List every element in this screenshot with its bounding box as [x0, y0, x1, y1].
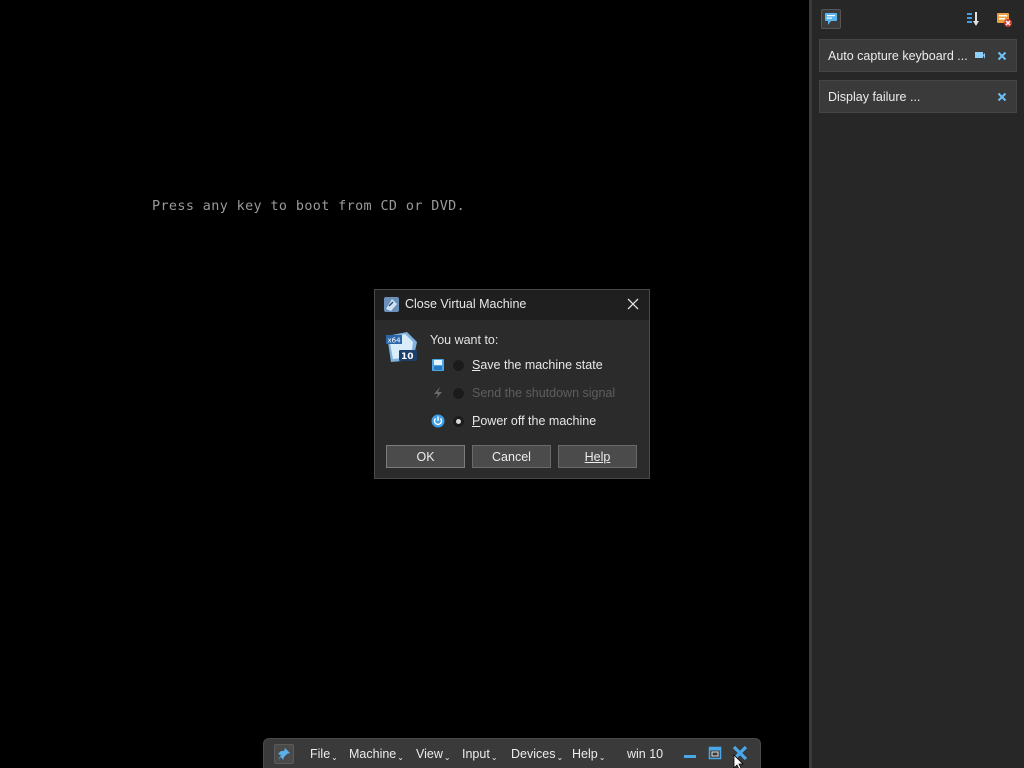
notification-text: Auto capture keyboard ...	[828, 48, 968, 63]
power-off-radio[interactable]	[452, 414, 465, 428]
dialog-title: Close Virtual Machine	[405, 297, 527, 311]
cancel-button[interactable]: Cancel	[472, 445, 551, 468]
pin-toolbar-button[interactable]	[274, 744, 294, 764]
save-state-label: Save the machine state	[472, 358, 603, 372]
boot-message: Press any key to boot from CD or DVD.	[152, 199, 466, 214]
notification-close-button[interactable]	[994, 89, 1010, 105]
mini-toolbar: File⌄ Machine⌄ View⌄ Input⌄ Devices⌄ Hel…	[263, 738, 761, 768]
send-shutdown-label: Send the shutdown signal	[472, 386, 616, 400]
save-state-radio[interactable]	[452, 358, 465, 372]
option-save-state[interactable]: Save the machine state	[430, 356, 603, 374]
exit-fullscreen-button[interactable]	[706, 744, 724, 762]
minimize-button[interactable]	[681, 744, 699, 762]
save-state-icon	[430, 357, 446, 373]
clear-all-button[interactable]	[994, 9, 1014, 29]
sort-button[interactable]	[963, 9, 983, 29]
clear-notifications-icon	[997, 13, 1012, 27]
close-icon	[997, 51, 1007, 60]
popup-help-icon	[975, 51, 985, 59]
message-bubble-icon	[825, 13, 837, 25]
shutdown-signal-icon	[430, 385, 446, 401]
vm-name: win 10	[627, 747, 664, 761]
help-button-label: Help	[584, 449, 611, 464]
notification-item[interactable]: Display failure ...	[819, 80, 1017, 113]
notification-help-button[interactable]	[972, 48, 988, 64]
ok-button[interactable]: OK	[386, 445, 465, 468]
menu-help[interactable]: Help⌄	[572, 747, 605, 762]
close-vm-dialog: Close Virtual Machine x64 10 You want to…	[374, 289, 650, 479]
help-button[interactable]: Help	[558, 445, 637, 468]
windows-10-x64-icon: x64 10	[386, 332, 417, 362]
option-send-shutdown: Send the shutdown signal	[430, 384, 615, 402]
notification-center: Auto capture keyboard ... Display failur…	[809, 0, 1024, 768]
restore-window-icon	[708, 746, 722, 760]
notification-text: Display failure ...	[828, 89, 921, 104]
menu-file[interactable]: File⌄	[310, 747, 338, 762]
minimize-icon	[684, 755, 696, 758]
notification-item[interactable]: Auto capture keyboard ...	[819, 39, 1017, 72]
power-icon	[430, 413, 446, 429]
notification-toggle-button[interactable]	[821, 9, 841, 29]
menu-input[interactable]: Input⌄	[462, 747, 498, 762]
menu-devices[interactable]: Devices⌄	[511, 747, 563, 762]
os-arch-label: x64	[388, 337, 402, 345]
sort-icon	[967, 12, 979, 26]
os-version-label: 10	[401, 352, 414, 362]
menu-machine[interactable]: Machine⌄	[349, 747, 404, 762]
dialog-titlebar[interactable]: Close Virtual Machine	[375, 290, 649, 320]
notification-header	[812, 0, 1024, 36]
send-shutdown-radio	[452, 386, 465, 400]
mouse-cursor-icon	[733, 754, 744, 768]
virtualbox-icon	[384, 297, 399, 312]
power-off-label: Power off the machine	[472, 414, 597, 428]
close-icon	[997, 92, 1007, 101]
pin-icon	[278, 748, 290, 760]
menu-view[interactable]: View⌄	[416, 747, 451, 762]
option-power-off[interactable]: Power off the machine	[430, 412, 596, 430]
dialog-close-button[interactable]	[625, 296, 641, 312]
notification-close-button[interactable]	[994, 48, 1010, 64]
dialog-body: x64 10 You want to: Save the machine sta…	[375, 320, 649, 478]
dialog-prompt: You want to:	[430, 333, 499, 347]
close-icon	[627, 298, 639, 310]
